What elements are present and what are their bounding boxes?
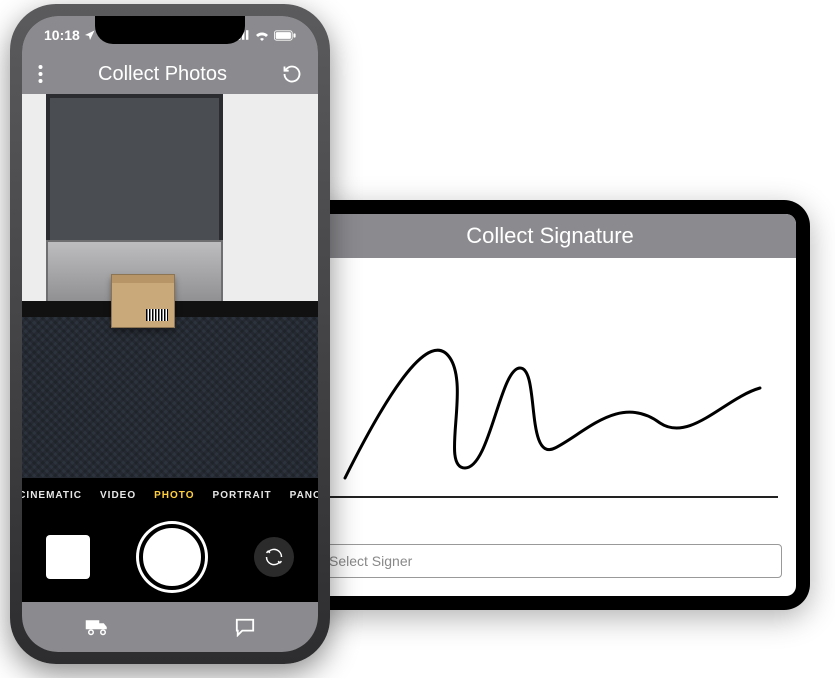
mode-cinematic[interactable]: CINEMATIC	[22, 490, 82, 501]
camera-controls	[22, 512, 318, 602]
signature-stroke	[324, 298, 776, 498]
phone-screen: 10:18 Collect Photos	[22, 16, 318, 652]
tablet-screen: Collect Signature Select Signer	[304, 214, 796, 596]
app-title: Collect Photos	[43, 63, 282, 86]
wifi-icon	[254, 29, 270, 41]
camera-viewfinder[interactable]	[22, 94, 318, 478]
flip-camera-button[interactable]	[254, 537, 294, 577]
shutter-button[interactable]	[139, 524, 205, 590]
location-icon	[84, 29, 96, 41]
phone-device: 10:18 Collect Photos	[10, 4, 330, 664]
bottom-nav	[22, 602, 318, 652]
tablet-title: Collect Signature	[466, 223, 634, 249]
refresh-icon	[282, 64, 302, 84]
battery-icon	[274, 30, 296, 41]
refresh-button[interactable]	[282, 64, 302, 84]
app-header: Collect Photos	[22, 54, 318, 94]
tablet-device: Collect Signature Select Signer	[290, 200, 810, 610]
phone-notch	[95, 16, 245, 44]
camera-mode-row[interactable]: CINEMATIC VIDEO PHOTO PORTRAIT PANO	[22, 478, 318, 512]
scene-package	[111, 274, 175, 328]
mode-portrait[interactable]: PORTRAIT	[213, 490, 272, 501]
select-signer-field[interactable]: Select Signer	[318, 544, 782, 578]
nav-messages[interactable]	[234, 617, 256, 637]
status-time: 10:18	[44, 27, 80, 43]
mode-pano[interactable]: PANO	[290, 490, 318, 501]
signature-canvas[interactable]	[304, 258, 796, 544]
signature-baseline	[322, 496, 778, 498]
tablet-header: Collect Signature	[304, 214, 796, 258]
flip-camera-icon	[264, 547, 284, 567]
chat-icon	[234, 617, 256, 637]
nav-deliveries[interactable]	[85, 618, 109, 636]
select-signer-placeholder: Select Signer	[329, 553, 412, 569]
mode-photo[interactable]: PHOTO	[154, 490, 194, 501]
last-photo-thumbnail[interactable]	[46, 535, 90, 579]
truck-icon	[85, 618, 109, 636]
mode-video[interactable]: VIDEO	[100, 490, 136, 501]
scene-floor	[22, 317, 318, 478]
